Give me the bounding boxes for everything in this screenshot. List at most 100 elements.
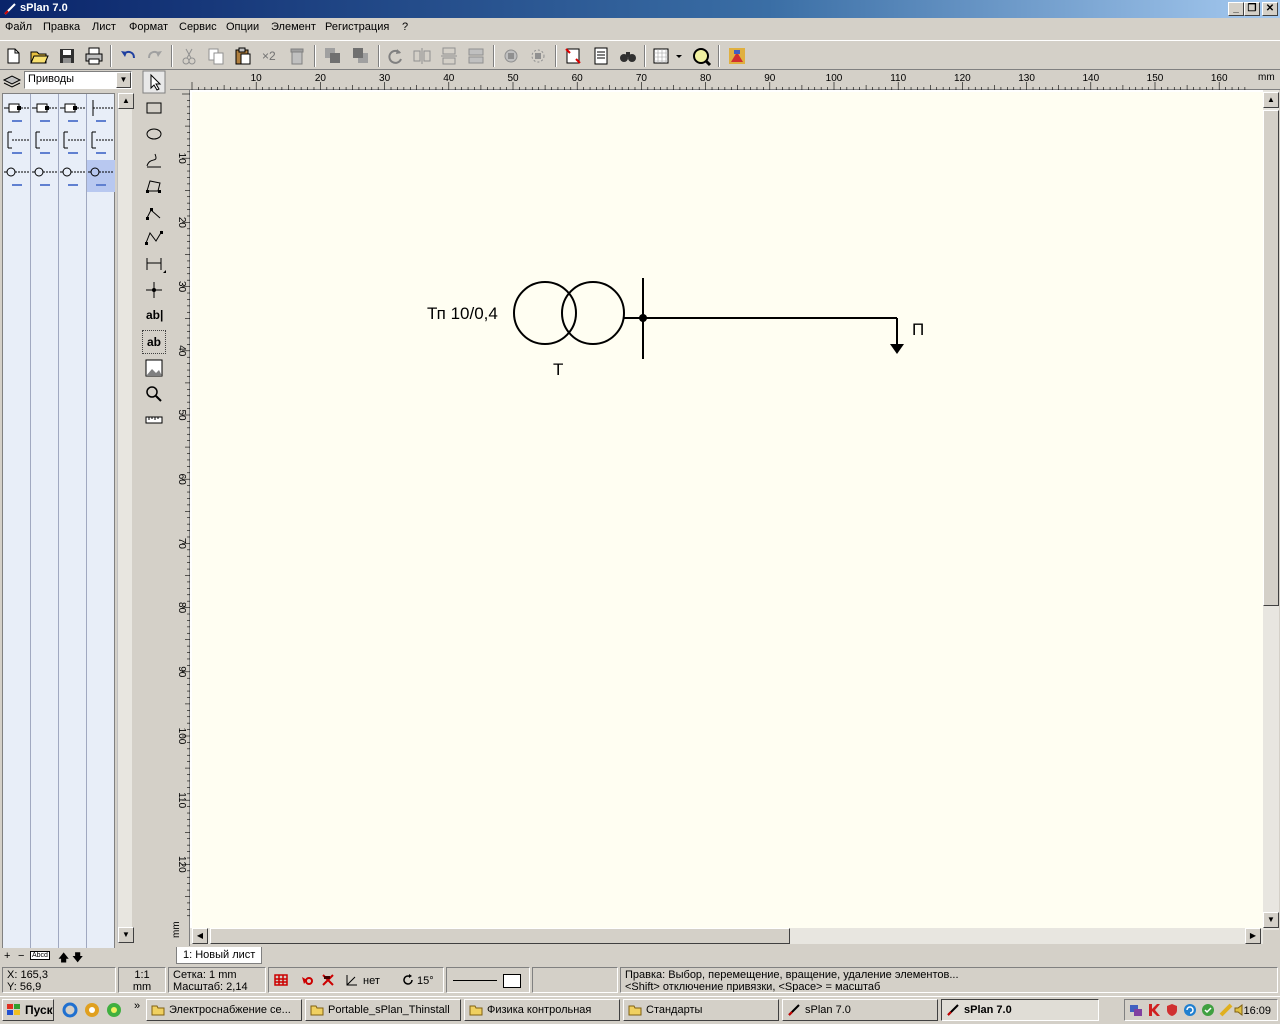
menu-format[interactable]: Формат xyxy=(129,21,168,33)
junction-icon[interactable] xyxy=(142,278,166,302)
menu-options[interactable]: Опции xyxy=(226,21,259,33)
library-layers-icon[interactable] xyxy=(2,72,22,90)
mirror-h-icon[interactable] xyxy=(411,45,433,67)
angle-snap-value[interactable]: нет xyxy=(363,975,380,987)
text-frame-icon[interactable]: ab xyxy=(142,330,166,354)
maximize-button[interactable]: ❐ xyxy=(1244,2,1260,16)
icq-icon[interactable] xyxy=(106,1002,122,1021)
menu-element[interactable]: Элемент xyxy=(271,21,316,33)
menu-edit[interactable]: Правка xyxy=(43,21,80,33)
grid-size[interactable]: Сетка: 1 mm xyxy=(173,969,261,981)
grid-dropdown-icon[interactable] xyxy=(673,45,685,67)
image-icon[interactable] xyxy=(142,356,166,380)
library-item[interactable] xyxy=(3,160,31,192)
library-item[interactable] xyxy=(87,128,115,160)
drawing-sheet[interactable]: Тп 10/0,4 Т П xyxy=(192,92,1263,928)
scroll-left-icon[interactable]: ◀ xyxy=(192,928,208,944)
snap-icon[interactable] xyxy=(562,45,584,67)
kaspersky-icon[interactable] xyxy=(1147,1003,1161,1020)
task-button-3[interactable]: Стандарты xyxy=(623,999,779,1021)
mirror-v-icon[interactable] xyxy=(438,45,460,67)
copy-icon[interactable] xyxy=(205,45,227,67)
zoom-tool-icon[interactable] xyxy=(142,382,166,406)
task-button-2[interactable]: Физика контрольная xyxy=(464,999,620,1021)
library-item[interactable] xyxy=(31,96,59,128)
to-front-icon[interactable] xyxy=(322,45,344,67)
scroll-up-icon[interactable]: ▲ xyxy=(1263,92,1279,108)
transformer-label[interactable]: Тп 10/0,4 xyxy=(427,304,498,324)
angle-snap-icon[interactable] xyxy=(345,973,359,990)
canvas-vscrollbar[interactable]: ▲ ▼ xyxy=(1263,90,1279,930)
rotation-step[interactable]: 15° xyxy=(417,975,434,987)
task-button-1[interactable]: Portable_sPlan_Thinstall xyxy=(305,999,461,1021)
add-icon[interactable]: + xyxy=(4,950,10,962)
link-icon[interactable] xyxy=(299,973,315,990)
library-item[interactable] xyxy=(59,160,87,192)
hscroll-thumb[interactable] xyxy=(210,928,790,944)
rename-button[interactable]: Abcd xyxy=(30,951,50,960)
open-icon[interactable] xyxy=(28,45,50,67)
new-icon[interactable] xyxy=(2,45,24,67)
bezier-icon[interactable] xyxy=(142,148,166,172)
chevron-down-icon[interactable]: ▼ xyxy=(116,72,131,88)
tray-app-icon[interactable] xyxy=(1219,1003,1233,1020)
grid-snap-icon[interactable] xyxy=(273,973,289,990)
canvas-hscrollbar[interactable]: ◀ ▶ xyxy=(190,928,1263,944)
paste-icon[interactable] xyxy=(232,45,254,67)
transformer-ref[interactable]: Т xyxy=(553,360,563,380)
pointer-icon[interactable] xyxy=(142,70,166,94)
fill-color-swatch[interactable] xyxy=(503,974,521,988)
ungroup-icon[interactable] xyxy=(527,45,549,67)
task-button-4[interactable]: sPlan 7.0 xyxy=(782,999,938,1021)
vscroll-thumb[interactable] xyxy=(1263,110,1279,606)
opera-icon[interactable] xyxy=(84,1002,100,1021)
library-item[interactable] xyxy=(3,96,31,128)
rotate-step-icon[interactable] xyxy=(401,973,415,990)
sheet-tab[interactable]: 1: Новый лист xyxy=(176,947,263,964)
scroll-down-icon[interactable]: ▼ xyxy=(1263,912,1279,928)
print-icon[interactable] xyxy=(83,45,105,67)
undo-icon[interactable] xyxy=(117,45,139,67)
spline-icon[interactable] xyxy=(142,226,166,250)
menu-sheet[interactable]: Лист xyxy=(92,21,116,33)
magnet-icon[interactable] xyxy=(321,973,337,990)
duplicate-icon[interactable]: ×2 xyxy=(259,45,281,67)
find-icon[interactable] xyxy=(617,45,639,67)
polyline-icon[interactable] xyxy=(142,200,166,224)
shield-icon[interactable] xyxy=(1165,1003,1179,1020)
remove-icon[interactable]: − xyxy=(18,950,24,962)
menu-registration[interactable]: Регистрация xyxy=(325,21,389,33)
network-icon[interactable] xyxy=(1129,1003,1143,1020)
library-icon[interactable] xyxy=(726,45,748,67)
library-item[interactable] xyxy=(59,128,87,160)
menu-file[interactable]: Файл xyxy=(5,21,32,33)
quick-launch-chevron[interactable]: » xyxy=(134,1000,140,1012)
ie-icon[interactable] xyxy=(62,1002,78,1021)
menu-help[interactable]: ? xyxy=(402,21,408,33)
library-item[interactable] xyxy=(87,96,115,128)
library-item[interactable] xyxy=(87,160,115,192)
library-item[interactable] xyxy=(31,128,59,160)
line-style-preview[interactable] xyxy=(453,980,497,981)
measure-icon[interactable] xyxy=(142,408,166,432)
scroll-up-icon[interactable]: ▲ xyxy=(118,93,134,109)
transformer-symbol[interactable] xyxy=(513,281,625,345)
load-label[interactable]: П xyxy=(912,320,924,340)
grid-icon[interactable] xyxy=(650,45,672,67)
text-icon[interactable]: ab| xyxy=(142,304,166,328)
mirror-icon[interactable] xyxy=(465,45,487,67)
scroll-right-icon[interactable]: ▶ xyxy=(1245,928,1261,944)
cut-icon[interactable] xyxy=(178,45,200,67)
dimension-icon[interactable] xyxy=(142,252,166,276)
update-icon[interactable] xyxy=(1183,1003,1197,1020)
scroll-down-icon[interactable]: ▼ xyxy=(118,927,134,943)
security-icon[interactable] xyxy=(1201,1003,1215,1020)
delete-icon[interactable] xyxy=(286,45,308,67)
zoom-icon[interactable] xyxy=(690,45,712,67)
library-select[interactable]: Приводы ▼ xyxy=(24,71,132,89)
library-item[interactable] xyxy=(3,128,31,160)
task-button-0[interactable]: Электроснабжение се... xyxy=(146,999,302,1021)
rectangle-icon[interactable] xyxy=(142,96,166,120)
start-button[interactable]: Пуск xyxy=(2,999,54,1021)
redo-icon[interactable] xyxy=(144,45,166,67)
